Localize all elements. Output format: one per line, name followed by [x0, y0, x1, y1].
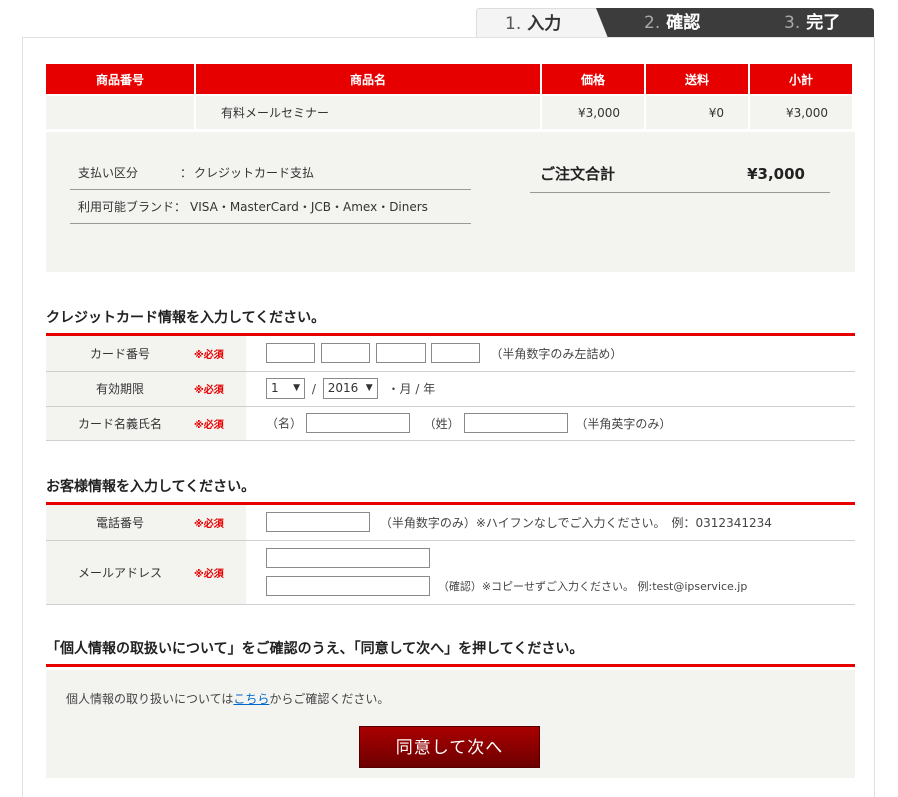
email-field[interactable] [266, 548, 430, 568]
cell-shipping: ¥0 [645, 94, 750, 129]
order-summary: 支払い区分：クレジットカード支払 利用可能ブランド： VISA・MasterCar… [46, 132, 855, 272]
phone-field[interactable] [266, 512, 370, 533]
chevron-down-icon: ▼ [365, 383, 373, 393]
header-product-number: 商品番号 [46, 64, 196, 95]
card-number-inputs: （半角数字のみ左詰め） [246, 336, 855, 372]
table-row: 有料メールセミナー ¥3,000 ¥0 ¥3,000 [46, 94, 852, 129]
first-name-field[interactable] [305, 413, 410, 433]
email-row: メールアドレス ※必須 （確認）※コピーせずご入力ください。 例:test@ip… [46, 540, 855, 605]
last-name-label: （姓） [423, 416, 460, 431]
divider [46, 664, 855, 667]
card-number-note: （半角数字のみ左詰め） [490, 346, 623, 361]
header-shipping: 送料 [645, 64, 750, 95]
header-subtotal: 小計 [749, 64, 852, 95]
card-section-title: クレジットカード情報を入力してください。 [46, 310, 326, 326]
phone-inputs: （半角数字のみ）※ハイフンなしでご入力ください。 例：0312341234 [246, 505, 855, 541]
order-total: ご注文合計 ¥3,000 [530, 156, 830, 193]
step-input: 1. 入力 [476, 8, 610, 38]
expiry-year-select[interactable]: 2016 ▼ [322, 378, 378, 399]
customer-form: 電話番号 ※必須 （半角数字のみ）※ハイフンなしでご入力ください。 例：0312… [46, 505, 855, 605]
privacy-policy-link[interactable]: こちら [233, 692, 269, 706]
cell-product-name: 有料メールセミナー [195, 94, 542, 129]
cardholder-label: カード名義氏名 [46, 406, 194, 441]
privacy-box: 個人情報の取り扱いについてはこちらからご確認ください。 同意して次へ [46, 670, 855, 778]
card-form: カード番号 ※必須 （半角数字のみ左詰め） 有効期限 ※必須 1 ▼ / 2016… [46, 336, 855, 441]
step-confirm: 2. 確認 [596, 8, 746, 38]
cardholder-row: カード名義氏名 ※必須 （名） （姓） （半角英字のみ） [46, 406, 855, 441]
customer-section-title: お客様情報を入力してください。 [46, 479, 256, 495]
card-brands-label: 利用可能ブランド： [78, 200, 187, 214]
expiry-row: 有効期限 ※必須 1 ▼ / 2016 ▼ ・月 / 年 [46, 371, 855, 407]
product-table: 商品番号 商品名 価格 送料 小計 有料メールセミナー ¥3,000 ¥0 ¥3… [46, 64, 852, 129]
payment-method-value: クレジットカード支払 [194, 166, 315, 180]
checkout-steps: 1. 入力 2. 確認 3. 完了 [476, 8, 874, 38]
privacy-text: 個人情報の取り扱いについてはこちらからご確認ください。 [66, 692, 390, 706]
required-mark: ※必須 [194, 540, 246, 605]
cardholder-inputs: （名） （姓） （半角英字のみ） [246, 406, 855, 441]
required-mark: ※必須 [194, 406, 246, 441]
first-name-label: （名） [266, 416, 303, 431]
cell-price: ¥3,000 [541, 94, 646, 129]
order-total-label: ご注文合計 [540, 165, 616, 183]
cell-subtotal: ¥3,000 [749, 94, 852, 129]
card-brands-value: VISA・MasterCard・JCB・Amex・Diners [190, 200, 428, 214]
email-inputs: （確認）※コピーせずご入力ください。 例:test@ipservice.jp [246, 540, 855, 605]
expiry-inputs: 1 ▼ / 2016 ▼ ・月 / 年 [246, 371, 855, 407]
card-number-field-4[interactable] [431, 343, 481, 364]
card-number-label: カード番号 [46, 336, 194, 372]
expiry-unit: ・月 / 年 [387, 382, 436, 396]
phone-row: 電話番号 ※必須 （半角数字のみ）※ハイフンなしでご入力ください。 例：0312… [46, 505, 855, 541]
payment-method-label: 支払い区分 [78, 166, 139, 180]
payment-method-row: 支払い区分：クレジットカード支払 [70, 156, 471, 190]
card-number-row: カード番号 ※必須 （半角数字のみ左詰め） [46, 336, 855, 372]
required-mark: ※必須 [194, 505, 246, 541]
card-number-field-2[interactable] [320, 343, 370, 364]
card-number-field-1[interactable] [266, 343, 315, 364]
card-brands-row: 利用可能ブランド： VISA・MasterCard・JCB・Amex・Diners [70, 190, 471, 224]
privacy-section-title: 「個人情報の取扱いについて」をご確認のうえ、「同意して次へ」を押してください。 [46, 641, 584, 657]
card-number-field-3[interactable] [375, 343, 426, 364]
step-complete: 3. 完了 [728, 8, 874, 38]
order-total-value: ¥3,000 [747, 165, 805, 183]
email-label: メールアドレス [46, 540, 194, 605]
name-note: （半角英字のみ） [575, 416, 672, 431]
phone-note: （半角数字のみ）※ハイフンなしでご入力ください。 例：0312341234 [379, 515, 772, 530]
expiry-label: 有効期限 [46, 371, 194, 407]
email-confirm-note: （確認）※コピーせずご入力ください。 例:test@ipservice.jp [437, 580, 748, 593]
cell-product-number [46, 94, 196, 129]
product-table-header: 商品番号 商品名 価格 送料 小計 [46, 64, 852, 95]
required-mark: ※必須 [194, 371, 246, 407]
agree-next-button[interactable]: 同意して次へ [359, 726, 540, 768]
email-confirm-field[interactable] [266, 576, 430, 596]
required-mark: ※必須 [194, 336, 246, 372]
phone-label: 電話番号 [46, 505, 194, 541]
chevron-down-icon: ▼ [293, 383, 300, 393]
last-name-field[interactable] [463, 413, 568, 433]
header-product-name: 商品名 [195, 64, 542, 95]
header-price: 価格 [541, 64, 646, 95]
expiry-month-select[interactable]: 1 ▼ [266, 378, 305, 399]
